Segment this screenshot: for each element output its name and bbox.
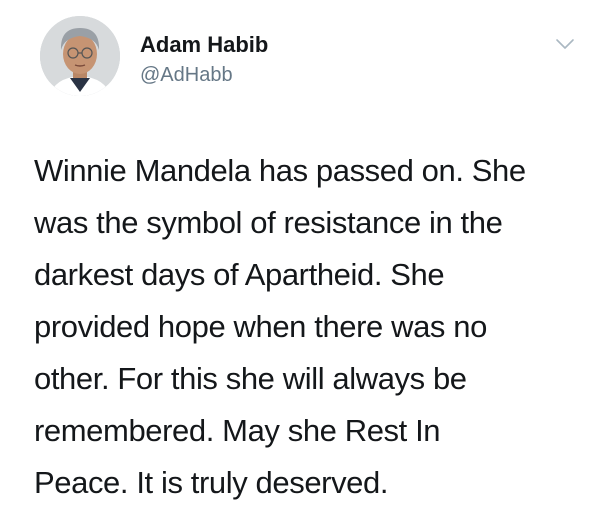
author-handle[interactable]: @AdHabb	[140, 64, 233, 87]
author-name[interactable]: Adam Habib	[140, 32, 268, 58]
tweet-text: Winnie Mandela has passed on. She was th…	[34, 145, 579, 509]
tweet-text-line: provided hope when there was no	[34, 309, 487, 344]
tweet-card: Adam Habib @AdHabb Winnie Mandela has pa…	[0, 0, 600, 513]
tweet-text-line: was the symbol of resistance in the	[34, 205, 503, 240]
tweet-text-line: remembered. May she Rest In	[34, 413, 441, 448]
chevron-down-icon[interactable]	[554, 36, 576, 52]
tweet-text-line: darkest days of Apartheid. She	[34, 257, 445, 292]
tweet-text-line: other. For this she will always be	[34, 361, 467, 396]
avatar[interactable]	[40, 16, 120, 96]
tweet-text-line: Peace. It is truly deserved.	[34, 465, 389, 500]
tweet-text-line: Winnie Mandela has passed on. She	[34, 153, 526, 188]
